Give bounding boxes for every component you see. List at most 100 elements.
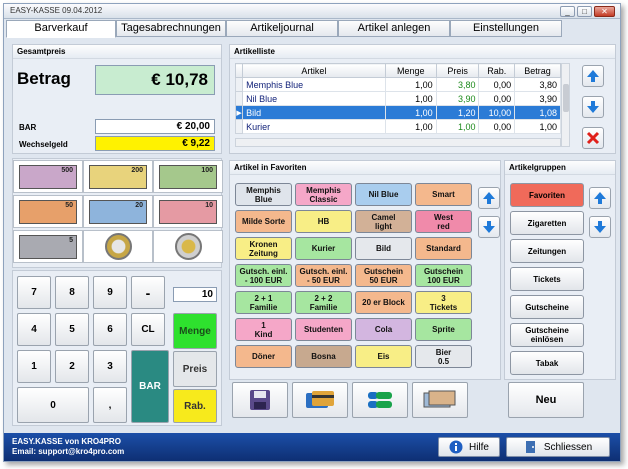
favorite-item-button[interactable]: Milde Sorte <box>235 210 292 233</box>
quantity-input[interactable]: 10 <box>173 287 217 302</box>
favorite-item-button[interactable]: Kronen Zeitung <box>235 237 292 260</box>
favorite-item-button[interactable]: Standard <box>415 237 472 260</box>
key-4[interactable]: 4 <box>17 313 51 346</box>
favorite-item-button[interactable]: Cola <box>355 318 412 341</box>
close-button[interactable]: ✕ <box>594 6 615 17</box>
vertical-scrollbar[interactable] <box>561 63 570 147</box>
scrollbar-thumb[interactable] <box>563 84 569 112</box>
delete-row-button[interactable] <box>582 127 604 149</box>
move-up-button[interactable] <box>582 65 604 87</box>
favorite-item-button[interactable]: Gutschein 50 EUR <box>355 264 412 287</box>
favorite-item-button[interactable]: 3 Tickets <box>415 291 472 314</box>
favorite-item-button[interactable]: 2 + 2 Familie <box>295 291 352 314</box>
favorite-item-button[interactable]: West red <box>415 210 472 233</box>
favorite-item-button[interactable]: Eis <box>355 345 412 368</box>
note-10-button[interactable]: 10 <box>153 195 223 228</box>
note-50-button[interactable]: 50 <box>13 195 83 228</box>
key-3[interactable]: 3 <box>93 350 127 383</box>
favorite-item-button[interactable]: Nil Blue <box>355 183 412 206</box>
group-item-button[interactable]: Favoriten <box>510 183 584 207</box>
tab-artikel-anlegen[interactable]: Artikel anlegen <box>338 20 450 37</box>
favorite-item-button[interactable]: Kurier <box>295 237 352 260</box>
note-20-button[interactable]: 20 <box>83 195 153 228</box>
favorite-item-button[interactable]: HB <box>295 210 352 233</box>
column-rab[interactable]: Rab. <box>478 63 516 78</box>
favorites-down-button[interactable] <box>478 216 500 238</box>
horizontal-scrollbar[interactable] <box>235 138 561 147</box>
note-200-button[interactable]: 200 <box>83 160 153 193</box>
title-bar: EASY-KASSE 09.04.2012 _ □ ✕ <box>4 4 620 19</box>
tab-einstellungen[interactable]: Einstellungen <box>450 20 562 37</box>
key-6[interactable]: 6 <box>93 313 127 346</box>
key-5[interactable]: 5 <box>55 313 89 346</box>
tab-barverkauf[interactable]: Barverkauf <box>6 20 116 38</box>
close-app-button[interactable]: Schliessen <box>506 437 610 457</box>
group-item-button[interactable]: Gutscheine einlösen <box>510 323 584 347</box>
favorite-item-button[interactable]: Gutschein 100 EUR <box>415 264 472 287</box>
table-row[interactable]: Nil Blue 1,00 3,90 0,00 3,90 <box>234 91 561 106</box>
key-7[interactable]: 7 <box>17 276 51 309</box>
favorite-item-button[interactable]: Memphis Blue <box>235 183 292 206</box>
key-8[interactable]: 8 <box>55 276 89 309</box>
group-item-button[interactable]: Zeitungen <box>510 239 584 263</box>
key-minus[interactable]: - <box>131 276 165 309</box>
key-9[interactable]: 9 <box>93 276 127 309</box>
tab-artikeljournal[interactable]: Artikeljournal <box>226 20 338 37</box>
favorite-item-button[interactable]: Smart <box>415 183 472 206</box>
note-100-button[interactable]: 100 <box>153 160 223 193</box>
favorite-item-button[interactable]: Camel light <box>355 210 412 233</box>
help-button[interactable]: Hilfe <box>438 437 500 457</box>
tab-tagesabrechnungen[interactable]: Tagesabrechnungen <box>116 20 226 37</box>
group-item-button[interactable]: Tickets <box>510 267 584 291</box>
voucher-button[interactable] <box>412 382 468 418</box>
favorite-item-button[interactable]: Bosna <box>295 345 352 368</box>
column-betrag[interactable]: Betrag <box>514 63 561 78</box>
minimize-button[interactable]: _ <box>560 6 575 17</box>
group-item-button[interactable]: Gutscheine <box>510 295 584 319</box>
key-2[interactable]: 2 <box>55 350 89 383</box>
group-item-button[interactable]: Zigaretten <box>510 211 584 235</box>
rabatt-button[interactable]: Rab. <box>173 389 217 423</box>
favorites-up-button[interactable] <box>478 187 500 209</box>
groups-up-button[interactable] <box>589 187 611 209</box>
favorite-item-label: Standard <box>426 244 461 253</box>
key-0[interactable]: 0 <box>17 387 89 423</box>
table-row[interactable]: Kurier 1,00 1,00 0,00 1,00 <box>234 119 561 134</box>
bankomat-button[interactable] <box>352 382 408 418</box>
favorite-item-button[interactable]: Bier 0.5 <box>415 345 472 368</box>
table-row-selected[interactable]: ▶ Bild 1,00 1,20 10,00 1,08 <box>234 105 561 120</box>
coin-2-button[interactable] <box>83 230 153 263</box>
coin-1-button[interactable] <box>153 230 223 263</box>
note-5-button[interactable]: 5 <box>13 230 83 263</box>
menge-button[interactable]: Menge <box>173 313 217 349</box>
favorite-item-button[interactable]: Döner <box>235 345 292 368</box>
column-preis[interactable]: Preis <box>435 63 480 78</box>
neu-button[interactable]: Neu <box>508 382 584 418</box>
bar-pay-button[interactable]: BAR <box>131 350 169 423</box>
favorite-item-button[interactable]: 20 er Block <box>355 291 412 314</box>
group-item-label: Favoriten <box>528 190 565 200</box>
favorite-item-button[interactable]: Studenten <box>295 318 352 341</box>
favorite-item-button[interactable]: Memphis Classic <box>295 183 352 206</box>
table-row[interactable]: Memphis Blue 1,00 3,80 0,00 3,80 <box>234 77 561 92</box>
key-clear[interactable]: CL <box>131 313 165 346</box>
maximize-button[interactable]: □ <box>577 6 592 17</box>
column-artikel[interactable]: Artikel <box>242 63 386 78</box>
favorite-item-button[interactable]: 2 + 1 Familie <box>235 291 292 314</box>
favorite-item-button[interactable]: Bild <box>355 237 412 260</box>
groups-down-button[interactable] <box>589 216 611 238</box>
key-comma[interactable]: , <box>93 387 127 423</box>
card-payment-button[interactable] <box>292 382 348 418</box>
favorite-item-button[interactable]: Gutsch. einl. - 50 EUR <box>295 264 352 287</box>
note-500-button[interactable]: 500 <box>13 160 83 193</box>
favorite-item-button[interactable]: Sprite <box>415 318 472 341</box>
preis-button[interactable]: Preis <box>173 351 217 387</box>
favorite-item-button[interactable]: Gutsch. einl. - 100 EUR <box>235 264 292 287</box>
save-button[interactable] <box>232 382 288 418</box>
column-menge[interactable]: Menge <box>384 63 437 78</box>
group-item-button[interactable]: Tabak <box>510 351 584 375</box>
key-1[interactable]: 1 <box>17 350 51 383</box>
move-down-button[interactable] <box>582 96 604 118</box>
favorite-item-button[interactable]: 1 Kind <box>235 318 292 341</box>
article-table[interactable]: Artikel Menge Preis Rab. Betrag Memphis … <box>234 63 561 134</box>
